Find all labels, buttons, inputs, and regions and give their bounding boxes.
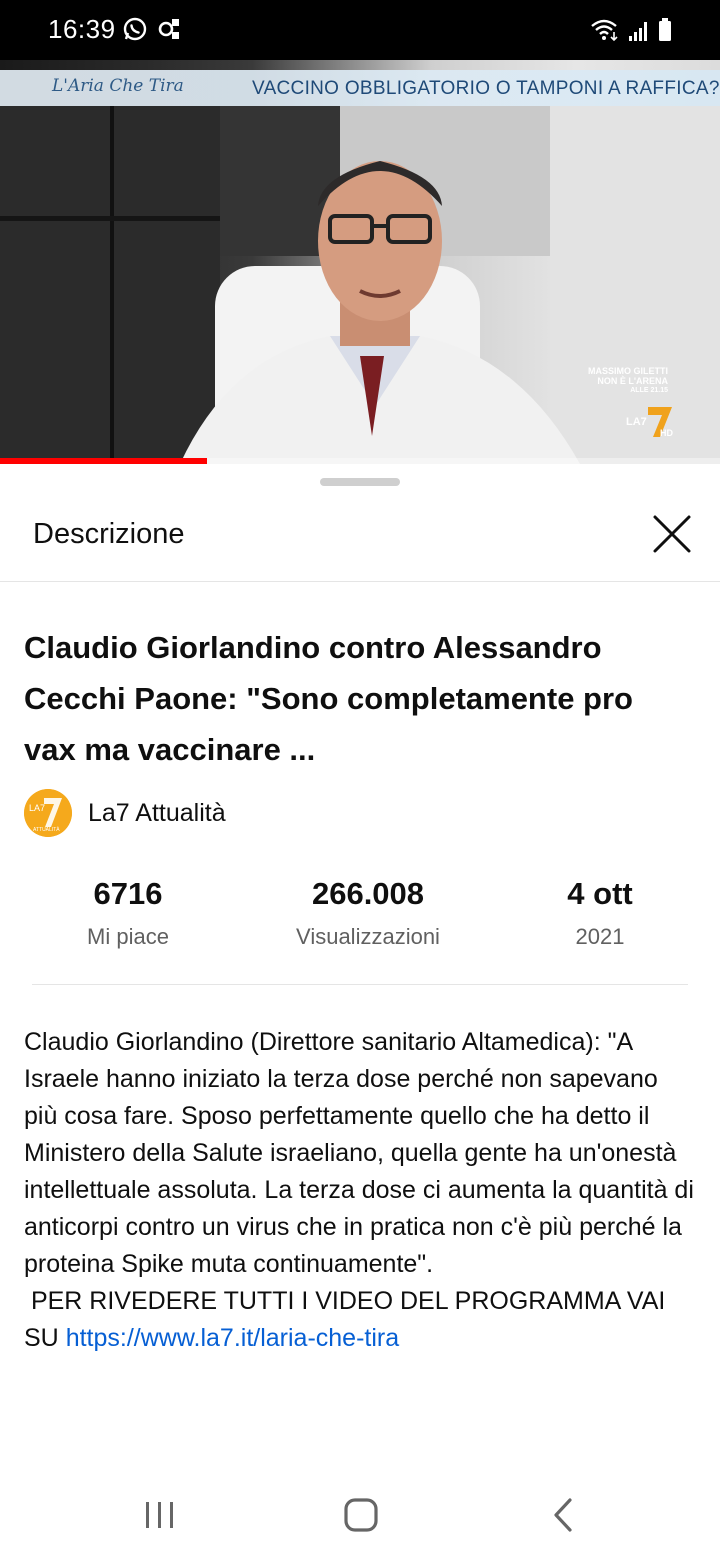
description-text: Claudio Giorlandino (Direttore sanitario… <box>24 1028 694 1352</box>
program-logo: L'Aria Che Tira <box>52 76 184 96</box>
views-label: Visualizzazioni <box>296 924 440 949</box>
views-count: 266.008 <box>311 876 425 911</box>
video-player[interactable]: L'Aria Che Tira VACCINO OBBLIGATORIO O T… <box>0 60 720 464</box>
battery-icon <box>659 18 671 41</box>
avatar-subtext: ATTUALITÀ <box>33 826 60 833</box>
signal-icon <box>629 22 647 41</box>
likes-count: 6716 <box>93 876 163 911</box>
back-icon <box>554 1498 572 1532</box>
description-body: Claudio Giorlandino (Direttore sanitario… <box>24 1024 696 1357</box>
sheet-title: Descrizione <box>33 518 185 550</box>
likes-stat: 6716 Mi piace <box>48 876 208 950</box>
status-notification-icons <box>122 16 184 42</box>
description-sheet: Descrizione Claudio Giorlandino contro A… <box>0 464 720 1560</box>
divider <box>32 984 688 985</box>
channel-name[interactable]: La7 Attualità <box>88 799 226 828</box>
description-link[interactable]: https://www.la7.it/laria-che-tira <box>66 1324 399 1352</box>
status-time: 16:39 <box>48 14 116 44</box>
close-icon <box>653 515 691 553</box>
caption-line: MASSIMO GILETTI <box>588 366 668 376</box>
channel-row[interactable]: LA7 ATTUALITÀ La7 Attualità <box>24 789 226 837</box>
avatar-text: LA7 <box>29 803 45 813</box>
video-caption: MASSIMO GILETTI NON È L'ARENA ALLE 21.15 <box>588 366 668 396</box>
date-stat: 4 ott 2021 <box>530 876 670 950</box>
likes-label: Mi piace <box>87 924 169 949</box>
back-button[interactable] <box>534 1490 594 1540</box>
home-button[interactable] <box>330 1490 390 1540</box>
banner-title: VACCINO OBBLIGATORIO O TAMPONI A RAFFICA… <box>252 78 720 99</box>
video-banner: L'Aria Che Tira VACCINO OBBLIGATORIO O T… <box>0 70 720 106</box>
status-bar: 16:39 <box>0 0 720 60</box>
status-system-icons <box>590 18 672 42</box>
caption-line: NON È L'ARENA <box>597 376 668 386</box>
la7-logo-text: LA7 <box>626 416 647 428</box>
publish-year: 2021 <box>575 924 625 949</box>
recent-apps-icon <box>146 1502 173 1528</box>
caption-line: ALLE 21.15 <box>630 387 668 394</box>
la7-hd-logo: LA7 HD <box>626 407 673 438</box>
drag-handle[interactable] <box>320 478 400 486</box>
sheet-header: Descrizione <box>0 488 720 582</box>
wifi-icon <box>591 19 618 42</box>
video-title: Claudio Giorlandino contro Alessandro Ce… <box>24 630 633 767</box>
views-stat: 266.008 Visualizzazioni <box>268 876 468 950</box>
home-icon <box>344 1498 378 1532</box>
channel-avatar[interactable]: LA7 ATTUALITÀ <box>24 789 72 837</box>
system-nav-bar <box>0 1470 720 1560</box>
close-button[interactable] <box>648 510 696 558</box>
notification-app-icon <box>158 19 179 39</box>
channel-avatar-logo: LA7 ATTUALITÀ <box>24 789 72 837</box>
video-frame <box>0 106 720 464</box>
hd-label: HD <box>660 428 673 438</box>
whatsapp-icon <box>123 17 147 41</box>
publish-date: 4 ott <box>567 876 633 911</box>
recent-apps-button[interactable] <box>130 1490 190 1540</box>
video-stats: 6716 Mi piace 266.008 Visualizzazioni 4 … <box>0 876 720 956</box>
